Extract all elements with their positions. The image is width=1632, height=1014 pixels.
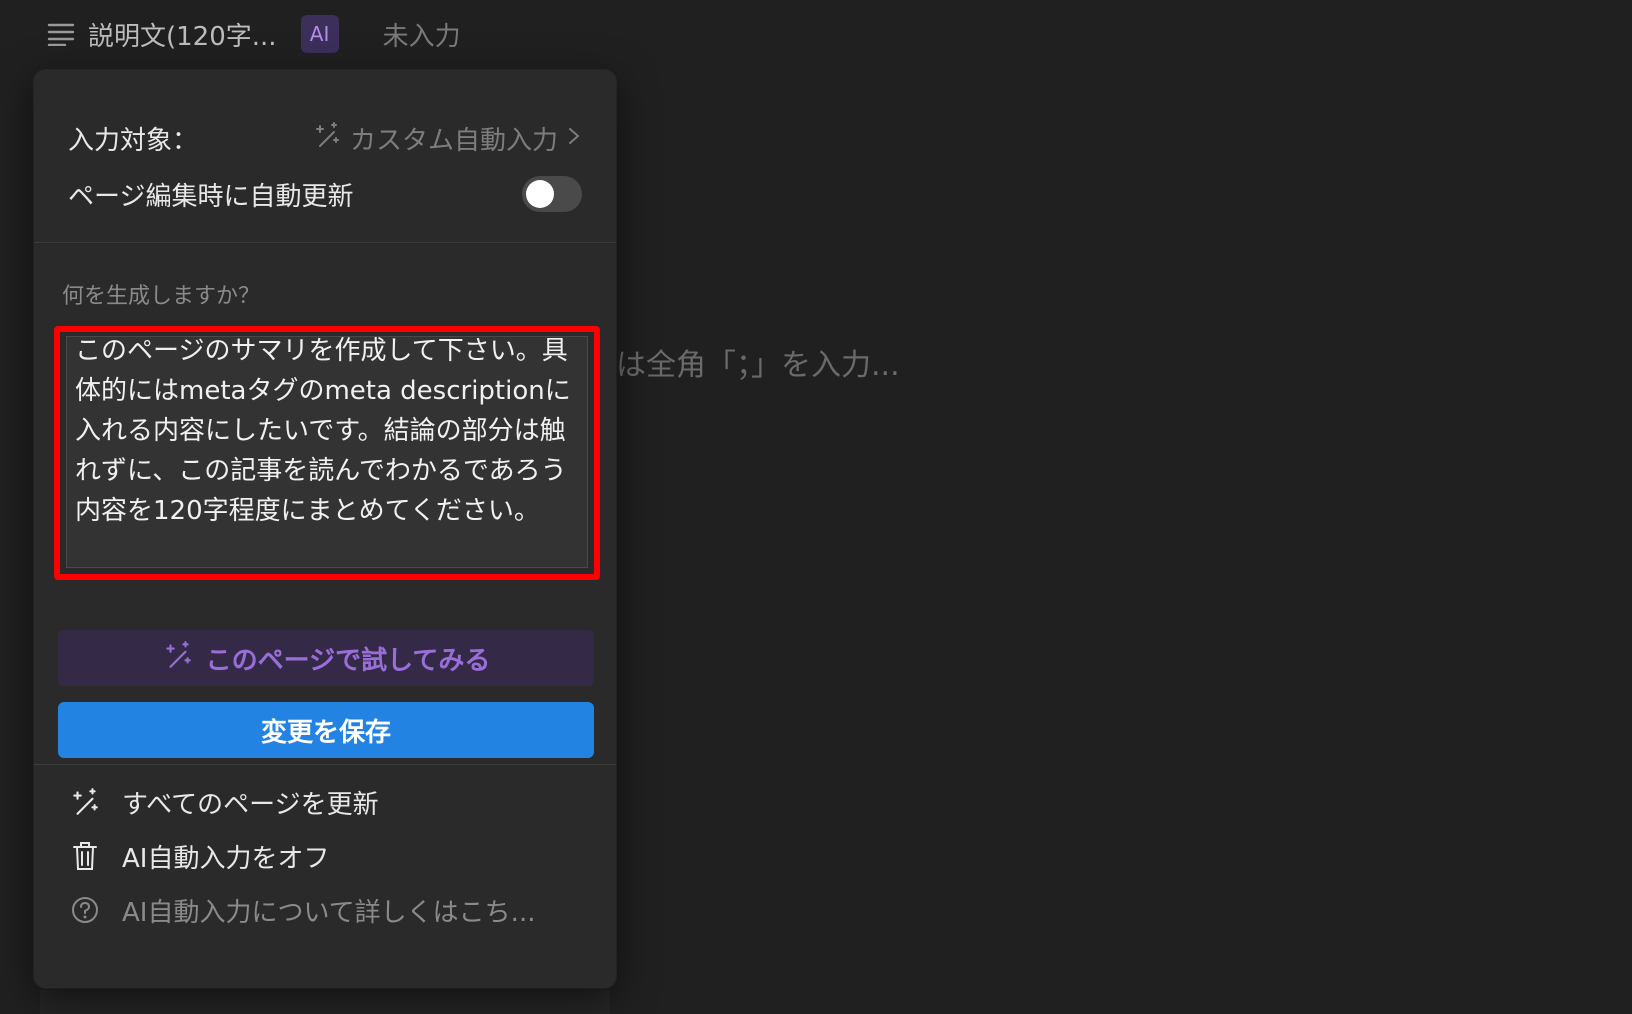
- auto-update-label: ページ編集時に自動更新: [68, 181, 354, 212]
- menu-item-label: AI自動入力について詳しくはこち...: [122, 897, 536, 928]
- popup-shadow-edge: [40, 990, 610, 1014]
- trash-icon: [68, 839, 102, 873]
- learn-more-item[interactable]: AI自動入力について詳しくはこち...: [68, 886, 582, 934]
- ai-autofill-popup: 入力対象： カスタム自動入力 ページ編集時に自動更新 何を生成しますか？ このペ…: [34, 70, 616, 988]
- target-selector[interactable]: カスタム自動入力: [312, 120, 582, 157]
- prompt-text: このページのサマリを作成して下さい。具体的にはmetaタグのmeta descr…: [75, 336, 571, 526]
- chevron-right-icon: [566, 123, 582, 153]
- target-label: 入力対象：: [68, 125, 199, 156]
- auto-update-toggle[interactable]: [522, 176, 582, 212]
- help-icon: [68, 893, 102, 927]
- try-on-page-button[interactable]: このページで試してみる: [58, 630, 594, 686]
- property-name[interactable]: 説明文(120字...: [88, 16, 277, 53]
- update-all-pages-item[interactable]: すべてのページを更新: [68, 778, 582, 826]
- divider: [34, 242, 616, 243]
- try-button-label: このページで試してみる: [205, 645, 491, 676]
- menu-item-label: すべてのページを更新: [122, 789, 379, 820]
- menu-item-label: AI自動入力をオフ: [122, 843, 330, 874]
- toggle-knob: [526, 180, 554, 208]
- sparkles-icon: [68, 785, 102, 819]
- divider: [34, 764, 616, 765]
- turn-off-ai-autofill-item[interactable]: AI自動入力をオフ: [68, 832, 582, 880]
- text-lines-icon: [46, 19, 76, 49]
- sparkles-icon: [312, 120, 342, 157]
- target-value: カスタム自動入力: [349, 125, 558, 156]
- prompt-highlight-frame: このページのサマリを作成して下さい。具体的にはmetaタグのmeta descr…: [54, 326, 600, 580]
- ai-badge[interactable]: AI: [300, 15, 339, 53]
- save-changes-button[interactable]: 変更を保存: [58, 702, 594, 758]
- background-placeholder-text: は全角「；」を入力...: [616, 348, 900, 383]
- target-row[interactable]: 入力対象： カスタム自動入力: [68, 118, 582, 158]
- property-value[interactable]: 未入力: [383, 16, 461, 53]
- sparkles-icon: [162, 639, 194, 678]
- auto-update-row: ページ編集時に自動更新: [68, 174, 582, 214]
- prompt-textarea[interactable]: このページのサマリを作成して下さい。具体的にはmetaタグのmeta descr…: [66, 336, 588, 568]
- prompt-section-label: 何を生成しますか？: [62, 284, 261, 309]
- property-header: 説明文(120字... AI 未入力: [46, 8, 461, 60]
